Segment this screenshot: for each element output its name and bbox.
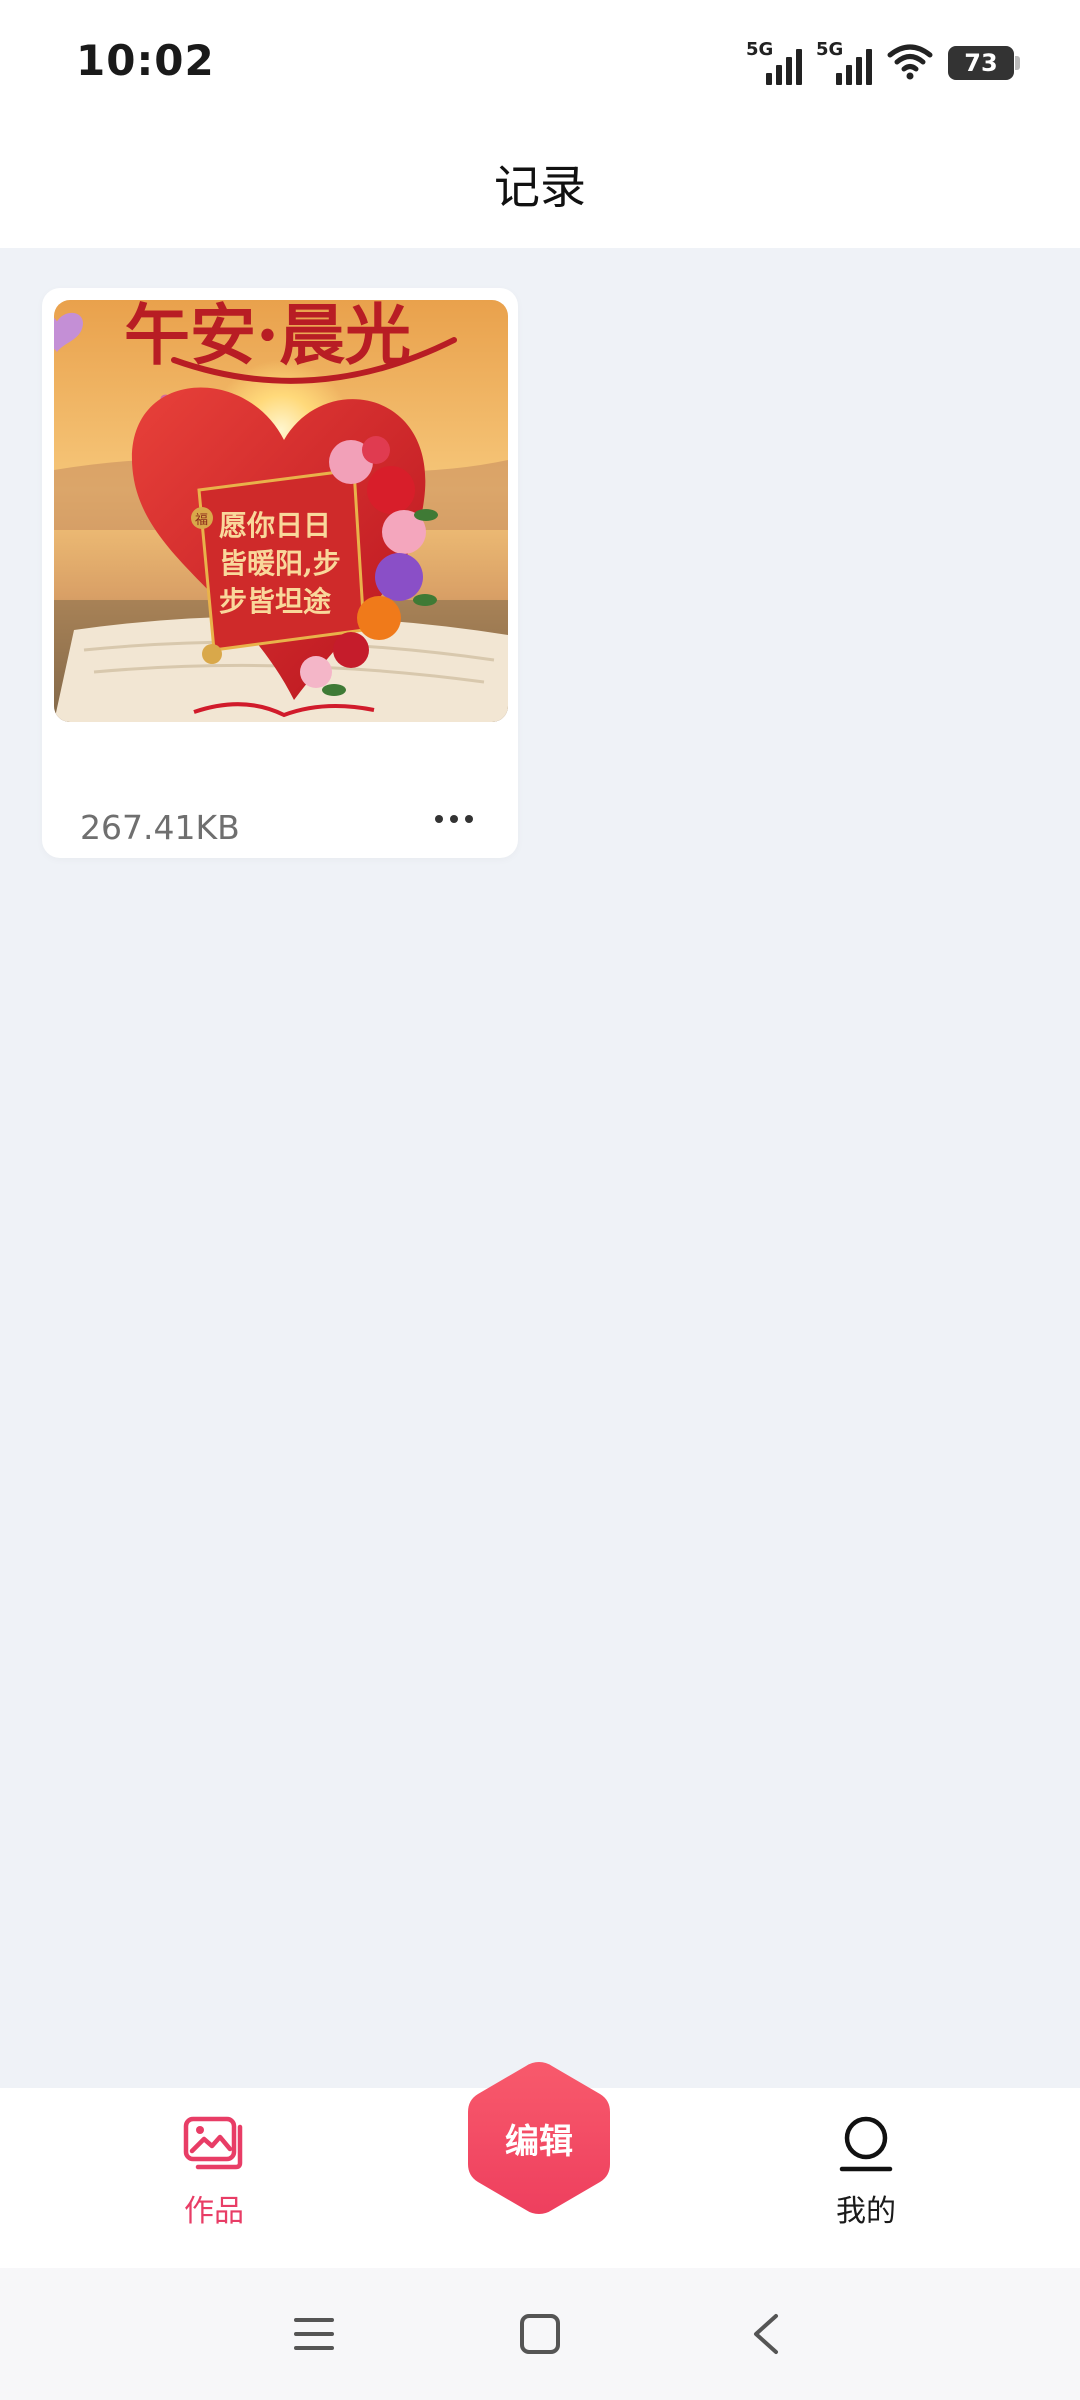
seal-text: 福 (195, 513, 208, 528)
heart-text-line3: 步皆坦途 (219, 585, 332, 618)
home-icon[interactable] (510, 2304, 570, 2364)
edit-button-label: 编辑 (505, 2121, 573, 2162)
user-icon (831, 2108, 901, 2178)
status-bar: 10:02 5G 5G 73 (0, 0, 1080, 120)
back-icon[interactable] (736, 2304, 796, 2364)
status-time: 10:02 (76, 36, 215, 85)
5g-signal-icon: 5G (816, 39, 872, 87)
5g-signal-icon: 5G (746, 39, 802, 87)
tab-works-label: 作品 (184, 2194, 244, 2229)
works-grid: 愿你日日 皆暖阳,步 步皆坦途 福 午安·晨光 267.41KB (0, 248, 1080, 2088)
work-card[interactable]: 愿你日日 皆暖阳,步 步皆坦途 福 午安·晨光 267.41KB (42, 288, 518, 858)
more-horizontal-icon (435, 815, 443, 823)
wifi-icon (886, 41, 934, 85)
tab-mine-label: 我的 (836, 2194, 896, 2229)
page-title: 记录 (494, 160, 586, 214)
battery-level: 73 (964, 49, 998, 77)
tab-mine[interactable]: 我的 (766, 2108, 966, 2248)
menu-icon[interactable] (284, 2304, 344, 2364)
page-header: 记录 (0, 120, 1080, 248)
more-options-button[interactable] (422, 794, 486, 844)
gallery-icon (179, 2108, 249, 2178)
system-nav-bar (0, 2268, 1080, 2400)
status-icons: 5G 5G 73 (746, 36, 1020, 90)
thumbnail-title: 午安·晨光 (124, 300, 411, 374)
work-thumbnail[interactable]: 愿你日日 皆暖阳,步 步皆坦途 福 午安·晨光 (54, 300, 508, 722)
heart-text-line2: 皆暖阳,步 (219, 547, 341, 580)
battery-icon: 73 (948, 46, 1020, 80)
file-size: 267.41KB (80, 808, 240, 847)
edit-button[interactable]: 编辑 (462, 2056, 616, 2220)
heart-text-line1: 愿你日日 (219, 509, 331, 542)
tab-works[interactable]: 作品 (114, 2108, 314, 2248)
